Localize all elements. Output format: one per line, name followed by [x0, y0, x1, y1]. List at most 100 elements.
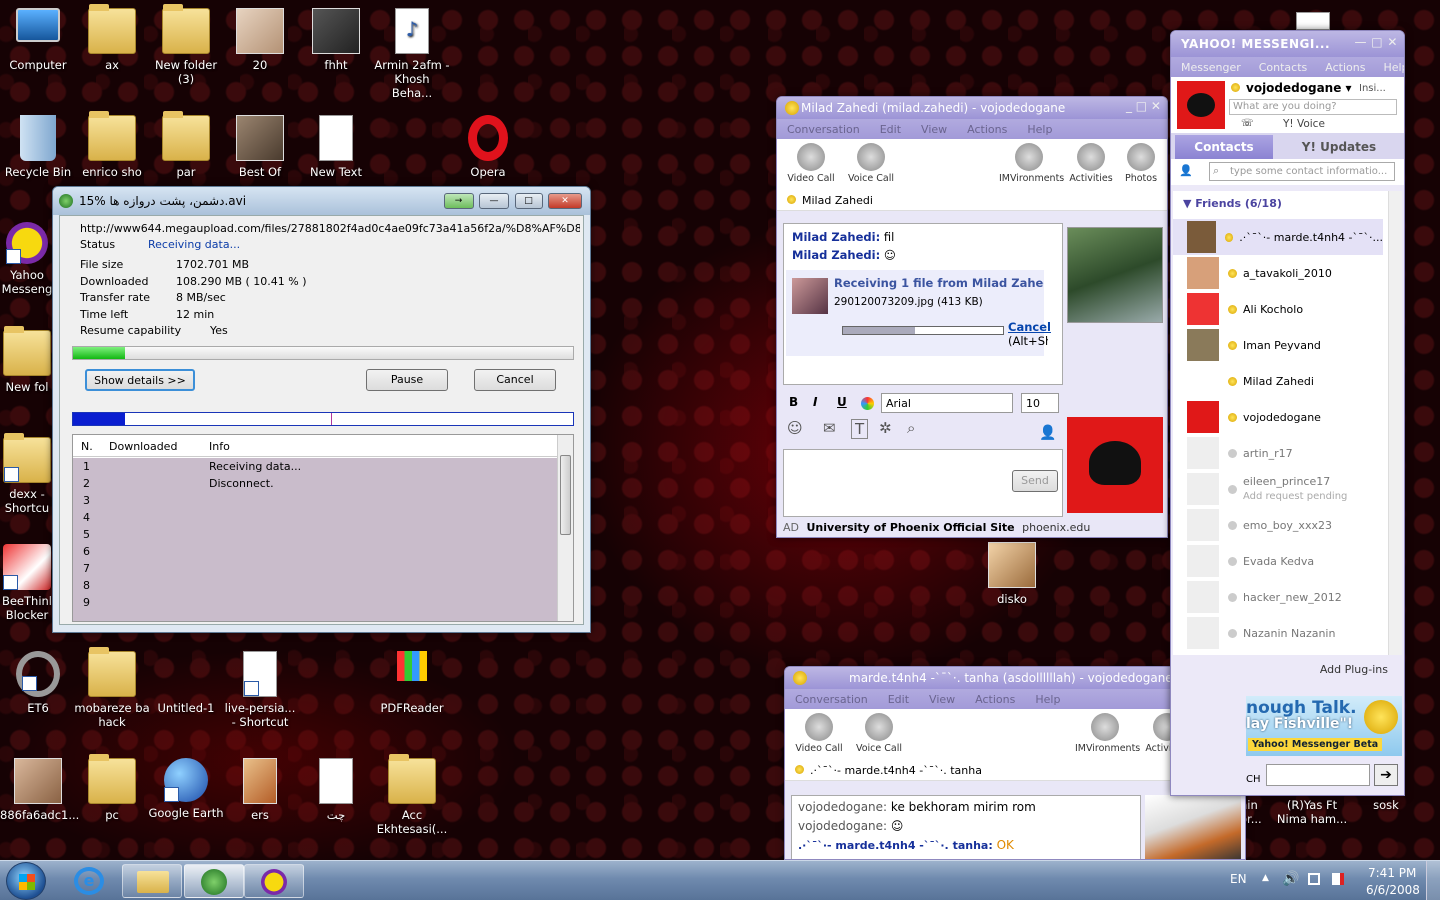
chat1-ad[interactable]: AD University of Phoenix Official Site p…	[783, 521, 1163, 534]
desktop-icon-886fa6adc1[interactable]: 886fa6adc1...	[0, 758, 79, 822]
desktop-icon-ers[interactable]: ers	[222, 758, 298, 822]
italic-button[interactable]: I	[813, 395, 817, 409]
contact-item[interactable]: a_tavakoli_2010	[1187, 255, 1397, 291]
contact-item[interactable]: eileen_prince17 Add request pending	[1187, 471, 1397, 507]
menu-view[interactable]: View	[921, 123, 947, 136]
menu-help[interactable]: Help	[1035, 693, 1060, 706]
add-contact-icon[interactable]: 👤	[1179, 164, 1193, 177]
desktop-icon-dexx[interactable]: dexx - Shortcu	[0, 433, 58, 515]
minimize-button[interactable]: —	[479, 193, 509, 209]
contact-search-input[interactable]: type some contact informatio...	[1209, 162, 1395, 181]
menu-actions[interactable]: Actions	[967, 123, 1007, 136]
desktop-icon-new-text[interactable]: New Text	[298, 115, 374, 179]
desktop-icon-yas[interactable]: (R)Yas Ft Nima ham...	[1274, 798, 1350, 826]
audibles-icon[interactable]: ✉	[823, 419, 836, 437]
tool-video-call[interactable]: Video Call	[789, 713, 849, 754]
add-contact-icon[interactable]: 👤	[1039, 425, 1056, 441]
desktop-icon-et6[interactable]: ET6	[0, 651, 76, 715]
desktop-icon-20[interactable]: 20	[222, 8, 298, 72]
action-center-icon[interactable]	[1332, 873, 1344, 885]
ad-text[interactable]: University of Phoenix Official Site	[807, 521, 1015, 534]
tool-voice-call[interactable]: Voice Call	[849, 713, 909, 754]
show-desktop-button[interactable]	[1426, 861, 1440, 900]
desktop-icon-computer[interactable]: Computer	[0, 8, 76, 72]
chat-window-milad[interactable]: Milad Zahedi (milad.zahedi) - vojodedoga…	[776, 96, 1168, 538]
pause-button[interactable]: Pause	[366, 369, 448, 391]
menu-help[interactable]: Help	[1027, 123, 1052, 136]
menu-view[interactable]: View	[929, 693, 955, 706]
bold-button[interactable]: B	[789, 395, 798, 409]
clock-time[interactable]: 7:41 PM	[1368, 866, 1416, 880]
menu-actions[interactable]: Actions	[1325, 61, 1365, 74]
menu-edit[interactable]: Edit	[880, 123, 901, 136]
text-style-icon[interactable]: T	[851, 419, 869, 439]
desktop-icon-acc[interactable]: Acc Ekhtesasi(...	[374, 754, 450, 836]
window-controls[interactable]: — □ ✕	[1354, 35, 1398, 49]
table-row[interactable]: 1 Receiving data...	[73, 458, 557, 475]
start-button[interactable]	[6, 862, 46, 900]
menu-help[interactable]: Help	[1383, 61, 1404, 74]
table-row[interactable]: 5	[73, 526, 557, 543]
menu-conversation[interactable]: Conversation	[795, 693, 868, 706]
table-scrollbar[interactable]	[557, 435, 573, 621]
transfer-cancel-link[interactable]: Cancel	[1008, 320, 1051, 334]
download-to-tray-button[interactable]: →	[443, 193, 474, 209]
desktop-icon-par[interactable]: par	[148, 111, 224, 179]
contact-item[interactable]: vojodedogane	[1187, 399, 1397, 435]
taskbar-download-manager[interactable]	[184, 864, 244, 898]
contact-item[interactable]: artin_r17	[1187, 435, 1397, 471]
download-window[interactable]: 15% دشمن، پشت دروازه ها.avi → — □ ✕ http…	[52, 186, 591, 633]
phone-icon[interactable]: ☏	[1241, 118, 1254, 129]
desktop-icon-beethink[interactable]: BeeThinl Blocker	[0, 544, 58, 622]
scroll-thumb[interactable]	[560, 455, 571, 535]
messenger-window[interactable]: YAHOO! MESSENGI... — □ ✕ Messenger Contac…	[1170, 30, 1405, 796]
attach-icon[interactable]: ⌕	[907, 419, 915, 437]
search-go-button[interactable]: ➔	[1374, 764, 1398, 786]
messenger-ad-panel[interactable]: nough Talk. lay Fishville"! Yahoo! Messe…	[1246, 696, 1402, 756]
desktop-icon-untitled-1[interactable]: Untitled-1	[148, 651, 224, 715]
desktop-icon-sosk[interactable]: sosk	[1348, 798, 1424, 812]
chat2-history[interactable]: vojodedogane: ke bekhoram mirim rom vojo…	[791, 795, 1141, 859]
contact-item[interactable]: Nazanin Nazanin	[1187, 615, 1397, 651]
desktop-icon-pc[interactable]: pc	[74, 754, 150, 822]
desktop-icon-enrico[interactable]: enrico sho	[74, 111, 150, 179]
contact-item[interactable]: hacker_new_2012	[1187, 579, 1397, 615]
tool-imvironments[interactable]: IMVironments	[999, 143, 1064, 184]
table-row[interactable]: 6	[73, 543, 557, 560]
contact-list[interactable]: ▼ Friends (6/18) .·`¯`·- marde.t4nh4 -`¯…	[1173, 191, 1402, 655]
download-titlebar[interactable]: 15% دشمن، پشت دروازه ها.avi → — □ ✕	[53, 187, 590, 215]
emoticon-picker-icon[interactable]: ☺	[787, 419, 803, 437]
menu-actions[interactable]: Actions	[975, 693, 1015, 706]
menu-edit[interactable]: Edit	[888, 693, 909, 706]
table-row[interactable]: 3	[73, 492, 557, 509]
font-select[interactable]: Arial	[881, 393, 1013, 413]
table-row[interactable]: 2 Disconnect.	[73, 475, 557, 492]
tab-contacts[interactable]: Contacts	[1175, 135, 1273, 159]
network-icon[interactable]	[1308, 873, 1320, 885]
show-hidden-icons[interactable]: ▲	[1262, 873, 1269, 883]
tab-updates[interactable]: Y! Updates	[1279, 135, 1399, 159]
desktop-icon-fhht[interactable]: fhht	[298, 8, 374, 72]
contact-item[interactable]: Milad Zahedi	[1187, 363, 1397, 399]
language-indicator[interactable]: EN	[1230, 872, 1247, 886]
color-palette-icon[interactable]	[861, 397, 874, 410]
desktop-icon-opera[interactable]: Opera	[450, 115, 526, 179]
desktop-icon-armin[interactable]: ♪ Armin 2afm - Khosh Beha...	[374, 8, 450, 100]
yvoice-link[interactable]: Y! Voice	[1283, 118, 1325, 130]
contacts-scrollbar[interactable]	[1388, 191, 1402, 655]
tool-video-call[interactable]: Video Call	[781, 143, 841, 184]
ad-url[interactable]: phoenix.edu	[1022, 521, 1090, 534]
desktop-icon-new-folder-3[interactable]: New folder (3)	[148, 4, 224, 86]
menu-messenger[interactable]: Messenger	[1181, 61, 1241, 74]
menu-contacts[interactable]: Contacts	[1259, 61, 1308, 74]
my-username[interactable]: vojodedogane	[1246, 81, 1341, 95]
desktop-icon-partial-doc[interactable]	[1296, 12, 1330, 30]
size-select[interactable]: 10	[1021, 393, 1059, 413]
tool-voice-call[interactable]: Voice Call	[841, 143, 901, 184]
desktop-icon-ax[interactable]: ax	[74, 4, 150, 72]
desktop-icon-google-earth[interactable]: Google Earth	[148, 758, 224, 820]
my-avatar[interactable]	[1177, 81, 1225, 129]
tool-imvironments[interactable]: IMVironments	[1075, 713, 1140, 754]
chat1-input[interactable]: Send	[783, 449, 1063, 517]
underline-button[interactable]: U	[837, 395, 847, 409]
